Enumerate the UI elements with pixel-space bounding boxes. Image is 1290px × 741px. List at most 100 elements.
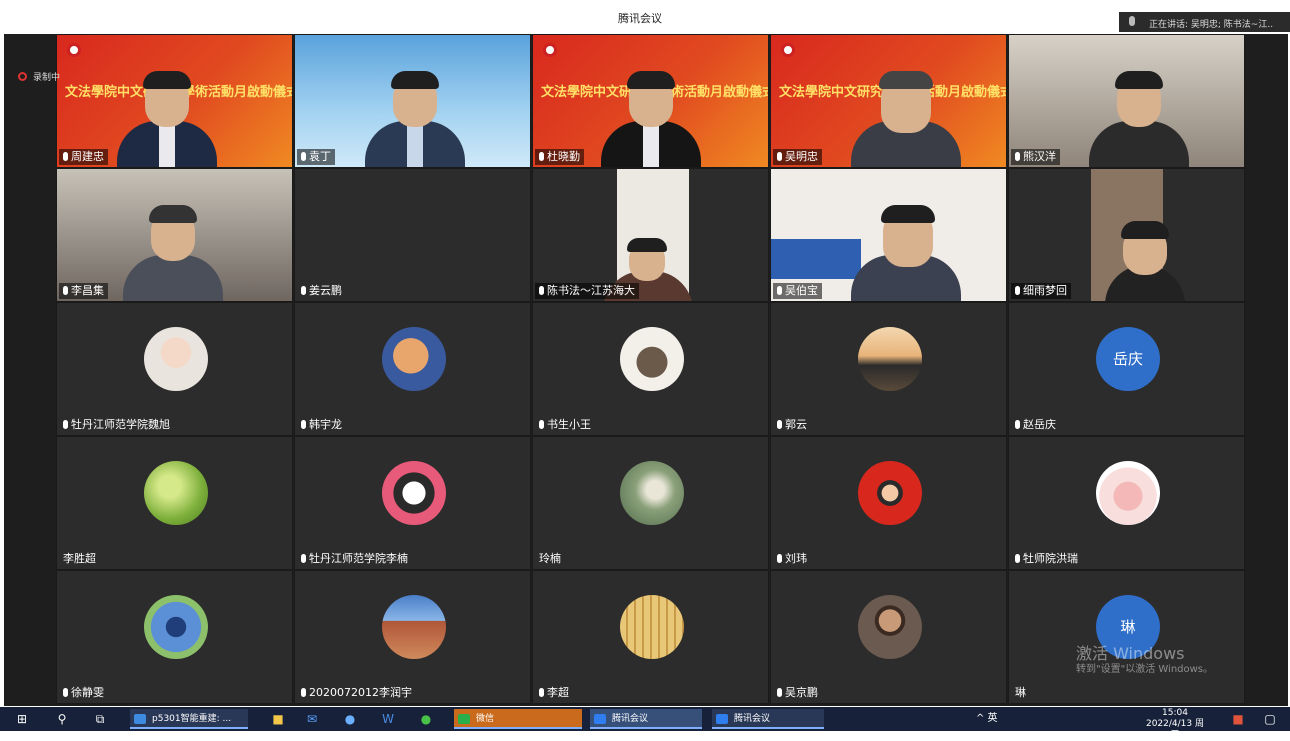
tencent-meeting-icon [716, 714, 728, 724]
participant-video [1089, 71, 1189, 167]
wechat-icon [458, 714, 470, 724]
floral-painting-avatar [620, 461, 684, 525]
clock-time: 15:04 [1162, 708, 1188, 718]
participant-video [601, 71, 701, 167]
cat-photo-avatar [620, 327, 684, 391]
microphone-icon [777, 286, 782, 295]
app-title: 腾讯会议 [618, 12, 662, 25]
microphone-muted-icon [1015, 420, 1020, 429]
participant-name: 细雨梦回 [1011, 283, 1071, 299]
taskbar-item-tencent-meeting[interactable]: 腾讯会议 [590, 709, 702, 729]
participant-tile[interactable]: 袁丁 [294, 34, 531, 168]
microphone-muted-icon [301, 420, 306, 429]
participant-tile[interactable]: 文法學院中文研究生學術活動月啟動儀式 杜晓勤 [532, 34, 769, 168]
participant-name: 韩宇龙 [297, 417, 346, 433]
text-avatar: 岳庆 [1096, 327, 1160, 391]
tencent-meeting-icon [594, 714, 606, 724]
microphone-muted-icon [1015, 554, 1020, 563]
participant-tile[interactable]: 牡师院洪瑞 [1008, 436, 1245, 570]
girl-photo-avatar [144, 327, 208, 391]
participant-tile[interactable]: 吴伯宝 [770, 168, 1007, 302]
task-view-icon[interactable]: ⧉ [90, 709, 110, 729]
microphone-muted-icon [777, 554, 782, 563]
participant-tile[interactable]: 2020072012李润宇 [294, 570, 531, 704]
participant-tile[interactable]: 姜云鹏 [294, 168, 531, 302]
participant-tile[interactable]: 文法學院中文研究生學術活動月啟動儀式 周建忠 [56, 34, 293, 168]
action-center-icon[interactable]: ▢ [1260, 709, 1280, 729]
microphone-icon [539, 286, 544, 295]
taskbar-item-browser[interactable]: p5301智能重建: ... [130, 709, 248, 729]
participant-tile[interactable]: 李胜超 [56, 436, 293, 570]
participant-name: 李昌集 [59, 283, 108, 299]
taskbar-item-wechat[interactable]: 微信 [454, 709, 582, 729]
participant-name: 刘玮 [773, 551, 811, 567]
participant-name: 李胜超 [63, 552, 96, 565]
participant-tile[interactable]: 陈书法～江苏海大 [532, 168, 769, 302]
clock-date: 2022/4/13 周三 [1145, 719, 1204, 740]
participant-tile[interactable]: 细雨梦回 [1008, 168, 1245, 302]
mail-icon[interactable]: ✉ [302, 709, 322, 729]
windows-start-icon[interactable]: ⊞ [12, 709, 32, 729]
participant-name: 熊汉洋 [1011, 149, 1060, 165]
notification-app-icon[interactable]: ■ [1228, 709, 1248, 729]
active-speaker-indicator: 正在讲话: 吴明忠; 陈书法~江.. [1119, 12, 1290, 32]
participant-tile[interactable]: 吴京鹏 [770, 570, 1007, 704]
participant-tile[interactable]: 韩宇龙 [294, 302, 531, 436]
word-icon[interactable]: W [378, 709, 398, 729]
participant-name: 姜云鹏 [297, 283, 346, 299]
participant-video [851, 71, 961, 167]
participant-tile[interactable]: 牡丹江师范学院李楠 [294, 436, 531, 570]
participant-name: 吴伯宝 [773, 283, 822, 299]
microphone-icon [1015, 286, 1020, 295]
green-meadow-avatar [144, 461, 208, 525]
microphone-muted-icon [777, 688, 782, 697]
participant-tile[interactable]: 岳庆 赵岳庆 [1008, 302, 1245, 436]
sunset-lake-avatar [858, 327, 922, 391]
browser-icon[interactable]: ● [340, 709, 360, 729]
microphone-muted-icon [63, 688, 68, 697]
participant-video [851, 205, 961, 301]
participant-tile[interactable]: 刘玮 [770, 436, 1007, 570]
participant-name: 袁丁 [297, 149, 335, 165]
man-photo-avatar [858, 595, 922, 659]
file-explorer-icon[interactable]: ■ [268, 709, 288, 729]
pig-avatar [1096, 461, 1160, 525]
participant-tile[interactable]: 文法學院中文研究生學術活動月啟動儀式 吴明忠 [770, 34, 1007, 168]
participant-tile[interactable]: 玲楠 [532, 436, 769, 570]
participant-name: 牡丹江师范学院魏旭 [59, 417, 174, 433]
participant-tile[interactable]: 徐静雯 [56, 570, 293, 704]
participant-tile[interactable]: 李超 [532, 570, 769, 704]
participant-video [365, 71, 465, 167]
taskbar-clock[interactable]: 15:04 2022/4/13 周三 [1142, 708, 1208, 741]
stitch-avatar [144, 595, 208, 659]
windows-taskbar: ⊞ ⚲ ⧉ p5301智能重建: ... ■ ✉ ● W ● 微信 腾讯会议 腾… [0, 707, 1290, 740]
recording-indicator[interactable]: 录制中 [18, 70, 60, 83]
participant-name: 书生小王 [535, 417, 595, 433]
microphone-icon [1015, 152, 1020, 161]
participant-tile[interactable]: 牡丹江师范学院魏旭 [56, 302, 293, 436]
microphone-icon [1129, 16, 1135, 26]
participant-name: 周建忠 [59, 149, 108, 165]
participant-tile[interactable]: 熊汉洋 [1008, 34, 1245, 168]
school-emblem-icon [67, 43, 81, 57]
participant-video [123, 205, 223, 301]
microphone-muted-icon [777, 420, 782, 429]
participant-tile[interactable]: 李昌集 [56, 168, 293, 302]
activation-watermark-subtitle: 转到"设置"以激活 Windows。 [1076, 664, 1214, 675]
participant-tile[interactable]: 书生小王 [532, 302, 769, 436]
search-icon[interactable]: ⚲ [52, 709, 72, 729]
participant-name: 杜晓勤 [535, 149, 584, 165]
participant-name: 李超 [535, 685, 573, 701]
edge-browser-icon [134, 714, 146, 724]
microphone-muted-icon [63, 420, 68, 429]
participant-tile[interactable]: 琳 琳 [1008, 570, 1245, 704]
taskbar-item-tencent-meeting-2[interactable]: 腾讯会议 [712, 709, 824, 729]
participant-name: 郭云 [773, 417, 811, 433]
microphone-muted-icon [301, 688, 306, 697]
app-icon[interactable]: ● [416, 709, 436, 729]
castle-avatar [382, 595, 446, 659]
system-tray[interactable]: ^ 英 [976, 709, 998, 729]
participant-name: 吴京鹏 [773, 685, 822, 701]
participant-tile[interactable]: 郭云 [770, 302, 1007, 436]
participant-video [117, 71, 217, 167]
